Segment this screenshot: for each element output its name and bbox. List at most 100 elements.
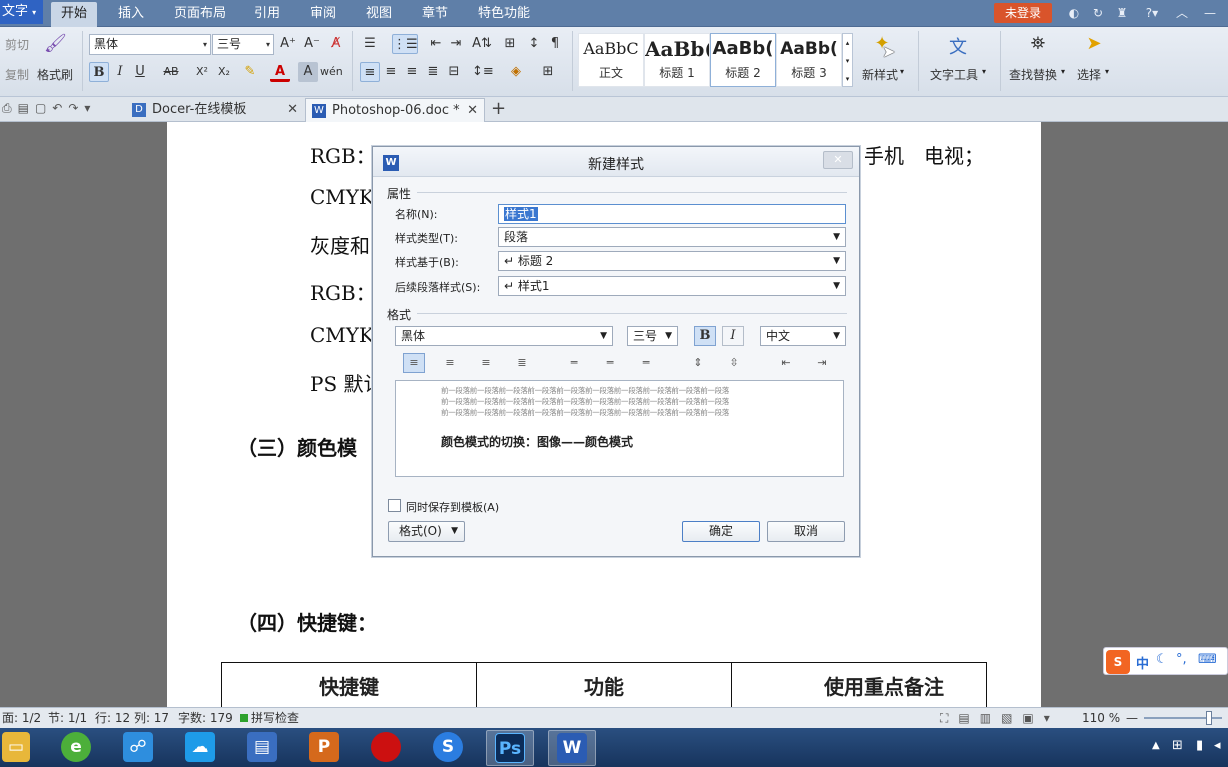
numbering-icon[interactable]: ⋮☰: [392, 34, 418, 54]
menu-chapter[interactable]: 章节: [412, 0, 458, 27]
next-style-select[interactable]: ↵ 样式1 ▼: [498, 276, 846, 296]
network-icon[interactable]: ☍: [114, 730, 162, 766]
status-page[interactable]: 面: 1/2: [2, 708, 41, 728]
phonetic-icon[interactable]: wén: [320, 62, 343, 82]
select-button[interactable]: 选择: [1077, 66, 1101, 83]
menu-features[interactable]: 特色功能: [468, 0, 540, 27]
style-heading2[interactable]: AaBb(标题 2: [710, 33, 776, 87]
borders-icon[interactable]: ⊞: [538, 62, 558, 82]
minimize-icon[interactable]: —: [1202, 5, 1218, 21]
style-heading1[interactable]: AaBb(标题 1: [644, 33, 710, 87]
bold-icon[interactable]: B: [89, 62, 109, 82]
dialog-italic-button[interactable]: I: [722, 326, 744, 346]
menu-view[interactable]: 视图: [356, 0, 402, 27]
quick-access-icons[interactable]: ⎙▤▢↶↷▾: [2, 101, 96, 116]
zoom-level[interactable]: 110 %: [1082, 708, 1120, 728]
menu-home[interactable]: 开始: [51, 2, 98, 27]
volume-icon[interactable]: ◂: [1214, 738, 1221, 753]
new-tab-icon[interactable]: +: [491, 98, 506, 119]
text-tools-icon[interactable]: 文: [944, 33, 972, 58]
style-normal[interactable]: AaBbC 正文: [578, 33, 644, 87]
dialog-decrease-indent-icon[interactable]: ⇤: [775, 353, 797, 373]
zoom-out-icon[interactable]: —: [1126, 708, 1138, 728]
highlight-icon[interactable]: ✎: [240, 62, 260, 82]
dialog-justify-icon[interactable]: ≣: [511, 353, 533, 373]
help-icon[interactable]: ?▾: [1140, 5, 1164, 21]
save-template-checkbox[interactable]: [388, 499, 401, 512]
binoculars-icon[interactable]: ⛯: [1024, 33, 1052, 57]
subscript-icon[interactable]: X₂: [214, 62, 234, 82]
cancel-button[interactable]: 取消: [767, 521, 845, 542]
decrease-indent-icon[interactable]: ⇤: [426, 34, 446, 54]
ime-mode-icon[interactable]: 中: [1136, 653, 1149, 672]
superscript-icon[interactable]: X²: [192, 62, 212, 82]
dialog-lang-select[interactable]: 中文 ▼: [760, 326, 846, 346]
justify-icon[interactable]: ≣: [423, 62, 443, 82]
format-dropdown-button[interactable]: 格式(O) ▼: [388, 521, 465, 542]
based-on-select[interactable]: ↵ 标题 2 ▼: [498, 251, 846, 271]
keyboard-icon[interactable]: ⌨: [1198, 652, 1217, 667]
double-spacing-icon[interactable]: ═: [635, 353, 657, 373]
sync-icon[interactable]: ↻: [1090, 5, 1106, 21]
presentation-icon[interactable]: P: [300, 730, 348, 766]
clear-format-icon[interactable]: A̸: [326, 34, 346, 54]
collapse-icon[interactable]: ︿: [1174, 5, 1190, 21]
format-painter-icon[interactable]: 🖌: [44, 33, 67, 57]
align-center-icon[interactable]: ≡: [381, 62, 401, 82]
style-name-input[interactable]: 样式1: [498, 204, 846, 224]
align-left-icon[interactable]: ≡: [360, 62, 380, 82]
menu-references[interactable]: 引用: [244, 0, 290, 27]
ime-toolbar[interactable]: S 中 ☾ °, ⌨: [1103, 647, 1228, 675]
shading-icon[interactable]: ◈: [506, 62, 526, 82]
font-size-select[interactable]: 三号 ▾: [212, 34, 274, 55]
file-explorer-icon[interactable]: ▭: [0, 730, 32, 766]
dialog-align-left-icon[interactable]: ≡: [403, 353, 425, 373]
windows-icon[interactable]: ⊞: [1172, 738, 1183, 753]
underline-icon[interactable]: U: [130, 62, 150, 82]
find-replace-button[interactable]: 查找替换: [1009, 66, 1057, 83]
one-half-spacing-icon[interactable]: ═: [599, 353, 621, 373]
text-tools-button[interactable]: 文字工具: [930, 66, 978, 83]
show-marks-icon[interactable]: ¶: [545, 34, 565, 54]
char-shading-icon[interactable]: A: [298, 62, 318, 82]
close-icon[interactable]: ✕: [467, 99, 478, 123]
close-icon[interactable]: ✕: [823, 151, 853, 169]
cut-button[interactable]: 剪切: [5, 36, 29, 53]
zoom-slider-handle[interactable]: [1206, 711, 1212, 725]
dialog-align-center-icon[interactable]: ≡: [439, 353, 461, 373]
skin-icon[interactable]: ◐: [1066, 5, 1082, 21]
dialog-titlebar[interactable]: W 新建样式 ✕: [373, 147, 859, 177]
strikethrough-icon[interactable]: AB: [158, 62, 184, 82]
align-right-icon[interactable]: ≡: [402, 62, 422, 82]
distribute-icon[interactable]: ⊟: [444, 62, 464, 82]
close-icon[interactable]: ✕: [287, 98, 298, 122]
menu-insert[interactable]: 插入: [108, 0, 154, 27]
punctuation-icon[interactable]: °,: [1176, 652, 1187, 667]
font-color-icon[interactable]: A: [270, 62, 290, 82]
moon-icon[interactable]: ☾: [1156, 652, 1168, 667]
style-type-select[interactable]: 段落 ▼: [498, 227, 846, 247]
browser-icon[interactable]: e: [52, 730, 100, 766]
login-button[interactable]: 未登录: [994, 3, 1052, 23]
font-family-select[interactable]: 黑体 ▾: [89, 34, 211, 55]
line-spacing-icon[interactable]: ↕≡: [472, 62, 494, 82]
text-direction-icon[interactable]: A⇅: [472, 34, 492, 54]
photoshop-icon[interactable]: Ps: [486, 730, 534, 766]
italic-icon[interactable]: I: [110, 62, 130, 82]
dialog-increase-indent-icon[interactable]: ⇥: [811, 353, 833, 373]
ok-button[interactable]: 确定: [682, 521, 760, 542]
media-icon[interactable]: ▤: [238, 730, 286, 766]
status-spell-check[interactable]: 拼写检查: [251, 708, 299, 728]
increase-para-spacing-icon[interactable]: ⇕: [687, 353, 709, 373]
new-style-button[interactable]: 新样式: [862, 66, 898, 83]
dialog-align-right-icon[interactable]: ≡: [475, 353, 497, 373]
style-gallery-scroll[interactable]: ▴ ▾ ▾: [842, 33, 853, 87]
record-icon[interactable]: [362, 730, 410, 766]
menu-page-layout[interactable]: 页面布局: [164, 0, 236, 27]
increase-indent-icon[interactable]: ⇥: [446, 34, 466, 54]
style-heading3[interactable]: AaBb(标题 3: [776, 33, 842, 87]
app-menu-button[interactable]: 文字 ▾: [0, 0, 43, 24]
tray-expand-icon[interactable]: ▲: [1152, 740, 1160, 751]
dialog-size-select[interactable]: 三号 ▼: [627, 326, 678, 346]
tab-document[interactable]: W Photoshop-06.doc * ✕: [305, 98, 485, 122]
